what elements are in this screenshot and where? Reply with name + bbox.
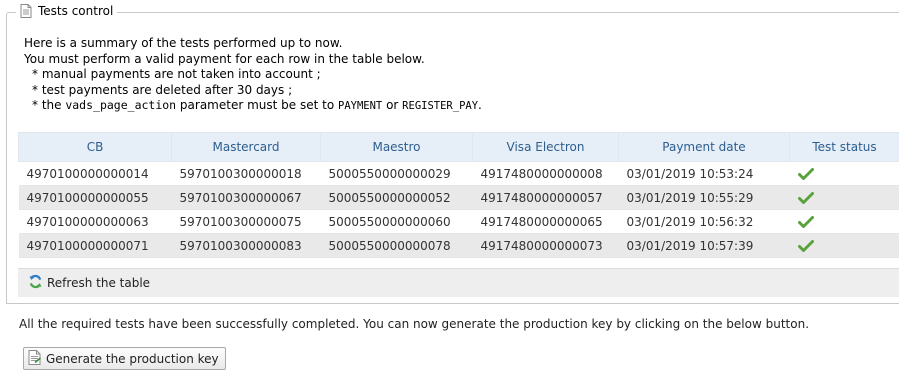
cell-visa-electron: 4917480000000057: [472, 185, 619, 210]
cell-maestro: 5000550000000029: [320, 161, 473, 186]
cell-mastercard: 5970100300000018: [171, 161, 321, 186]
generate-button-label: Generate the production key: [46, 351, 219, 366]
cell-test-status: [789, 209, 899, 234]
section-legend: Tests control: [16, 4, 118, 18]
cell-maestro: 5000550000000078: [320, 233, 473, 258]
cell-visa-electron: 4917480000000065: [472, 209, 619, 234]
param-value-payment: PAYMENT: [338, 100, 383, 112]
cell-cb: 4970100000000014: [18, 161, 172, 186]
cell-visa-electron: 4917480000000008: [472, 161, 619, 186]
check-icon: [797, 192, 814, 204]
document-icon: [20, 4, 32, 18]
bullet-3-end: .: [478, 98, 482, 112]
param-name: vads_page_action: [65, 98, 177, 112]
cell-cb: 4970100000000063: [18, 209, 172, 234]
intro-bullet-3: * the vads_page_action parameter must be…: [24, 98, 482, 115]
column-header-maestro: Maestro: [320, 132, 473, 162]
tests-table: CB Mastercard Maestro Visa Electron Paym…: [18, 132, 899, 258]
section-title: Tests control: [38, 4, 114, 18]
intro-bullet-2: * test payments are deleted after 30 day…: [32, 82, 293, 97]
bullet-3-mid: parameter must be set to: [176, 98, 338, 112]
cell-test-status: [789, 161, 899, 186]
intro-text: Here is a summary of the tests performed…: [24, 36, 482, 115]
intro-line-2: You must perform a valid payment for eac…: [24, 51, 425, 66]
completion-message: All the required tests have been success…: [19, 317, 810, 331]
column-header-test-status: Test status: [789, 132, 899, 162]
cell-payment-date: 03/01/2019 10:55:29: [618, 185, 790, 210]
table-header-row: CB Mastercard Maestro Visa Electron Paym…: [18, 132, 899, 162]
cell-maestro: 5000550000000060: [320, 209, 473, 234]
check-icon: [797, 168, 814, 180]
cell-maestro: 5000550000000052: [320, 185, 473, 210]
table-row: 4970100000000014 5970100300000018 500055…: [18, 161, 899, 186]
cell-mastercard: 5970100300000067: [171, 185, 321, 210]
cell-test-status: [789, 185, 899, 210]
check-icon: [797, 216, 814, 228]
cell-mastercard: 5970100300000075: [171, 209, 321, 234]
document-icon: [28, 349, 42, 368]
cell-test-status: [789, 233, 899, 258]
cell-payment-date: 03/01/2019 10:53:24: [618, 161, 790, 186]
intro-line-1: Here is a summary of the tests performed…: [24, 36, 343, 50]
generate-production-key-button[interactable]: Generate the production key: [23, 347, 226, 370]
refresh-icon[interactable]: [28, 274, 43, 292]
column-header-visa-electron: Visa Electron: [472, 132, 619, 162]
cell-cb: 4970100000000071: [18, 233, 172, 258]
bullet-3-prefix: * the: [32, 98, 66, 112]
cell-visa-electron: 4917480000000073: [472, 233, 619, 258]
cell-payment-date: 03/01/2019 10:57:39: [618, 233, 790, 258]
cell-mastercard: 5970100300000083: [171, 233, 321, 258]
bullet-3-or: or: [382, 98, 403, 112]
column-header-cb: CB: [18, 132, 172, 162]
check-icon: [797, 240, 814, 252]
table-row: 4970100000000055 5970100300000067 500055…: [18, 185, 899, 210]
cell-payment-date: 03/01/2019 10:56:32: [618, 209, 790, 234]
refresh-table-link[interactable]: Refresh the table: [47, 276, 150, 290]
refresh-table-bar[interactable]: Refresh the table: [18, 268, 899, 297]
table-row: 4970100000000071 5970100300000083 500055…: [18, 233, 899, 258]
intro-bullet-1: * manual payments are not taken into acc…: [32, 67, 321, 81]
param-value-register-pay: REGISTER_PAY: [402, 100, 479, 112]
table-row: 4970100000000063 5970100300000075 500055…: [18, 209, 899, 234]
column-header-payment-date: Payment date: [618, 132, 790, 162]
cell-cb: 4970100000000055: [18, 185, 172, 210]
column-header-mastercard: Mastercard: [171, 132, 321, 162]
